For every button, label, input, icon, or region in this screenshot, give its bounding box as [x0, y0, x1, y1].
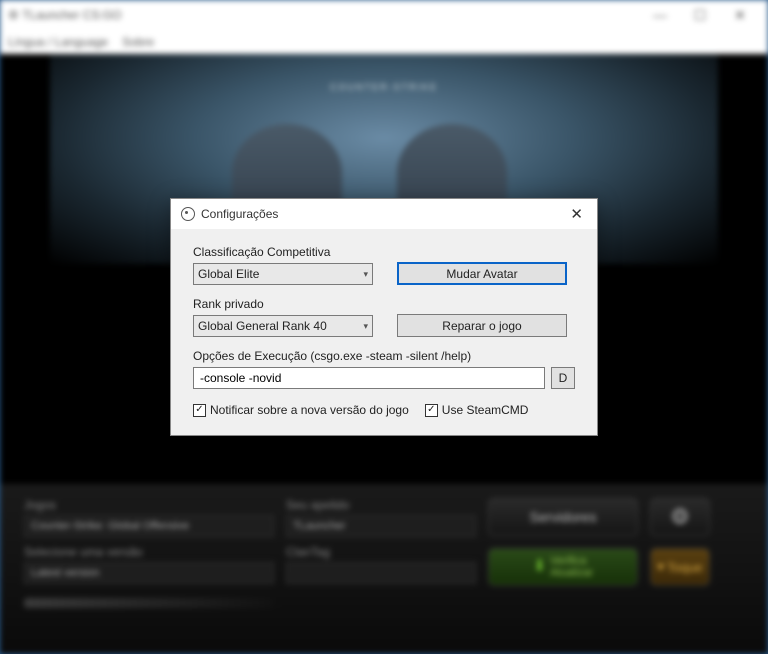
play-label: Toque — [667, 560, 702, 575]
play-button[interactable]: ▾ Toque — [650, 548, 710, 586]
verify-update-button[interactable]: ⬇ Verifica Atualizar — [488, 548, 638, 586]
settings-button[interactable]: ⚙ — [650, 498, 710, 536]
close-button[interactable]: ✕ — [720, 7, 760, 24]
competitive-rank-value: Global Elite — [198, 267, 259, 281]
bottom-panel: Jogos Selecione uma versão Seu apelido C… — [0, 484, 768, 654]
menu-about[interactable]: Sobre — [122, 35, 154, 49]
use-steamcmd-checkbox[interactable]: ✓ — [425, 404, 438, 417]
private-rank-label: Rank privado — [193, 297, 373, 311]
download-arrow-icon: ⬇ — [533, 558, 546, 576]
version-select[interactable] — [24, 562, 274, 584]
titlebar: ⚙ TLauncher CS:GO — ☐ ✕ — [0, 0, 768, 30]
window-title: TLauncher CS:GO — [22, 8, 640, 22]
servers-button[interactable]: Servidores — [488, 498, 638, 536]
app-icon: ⚙ — [8, 8, 19, 22]
notify-new-version-label: Notificar sobre a nova versão do jogo — [210, 403, 409, 417]
maximize-button[interactable]: ☐ — [680, 7, 720, 24]
nickname-input[interactable] — [286, 515, 476, 537]
games-select[interactable] — [24, 515, 274, 537]
menubar: Língua / Language Sobre — [0, 30, 768, 54]
progress-bar — [24, 598, 274, 608]
dialog-titlebar: Configurações ✕ — [171, 199, 597, 229]
chevron-down-icon: ▾ — [363, 269, 368, 280]
chevron-down-icon: ▾ — [363, 321, 368, 332]
gear-icon: ⚙ — [670, 504, 690, 530]
competitive-rank-label: Classificação Competitiva — [193, 245, 373, 259]
repair-game-button[interactable]: Reparar o jogo — [397, 314, 567, 337]
menu-language[interactable]: Língua / Language — [8, 35, 108, 49]
game-logo-text: COUNTER-STRIKE — [330, 82, 438, 92]
launch-options-input[interactable] — [193, 367, 545, 389]
nickname-label: Seu apelido — [286, 498, 476, 512]
clantag-label: ClanTag — [286, 545, 476, 559]
private-rank-select[interactable]: Global General Rank 40 ▾ — [193, 315, 373, 337]
settings-dialog: Configurações ✕ Classificação Competitiv… — [170, 198, 598, 436]
private-rank-value: Global General Rank 40 — [198, 319, 327, 333]
chevron-down-icon: ▾ — [658, 559, 665, 575]
dialog-close-button[interactable]: ✕ — [566, 205, 587, 223]
change-avatar-button[interactable]: Mudar Avatar — [397, 262, 567, 285]
minimize-button[interactable]: — — [640, 7, 680, 23]
version-label: Selecione uma versão — [24, 545, 274, 559]
competitive-rank-select[interactable]: Global Elite ▾ — [193, 263, 373, 285]
launch-options-label: Opções de Execução (csgo.exe -steam -sil… — [193, 349, 575, 363]
notify-new-version-checkbox[interactable]: ✓ — [193, 404, 206, 417]
verify-update-label: Verifica Atualizar — [550, 555, 593, 579]
launch-options-d-button[interactable]: D — [551, 367, 575, 389]
use-steamcmd-label: Use SteamCMD — [442, 403, 529, 417]
dialog-title: Configurações — [201, 207, 278, 221]
clantag-input[interactable] — [286, 562, 476, 584]
dialog-icon — [181, 207, 195, 221]
games-label: Jogos — [24, 498, 274, 512]
